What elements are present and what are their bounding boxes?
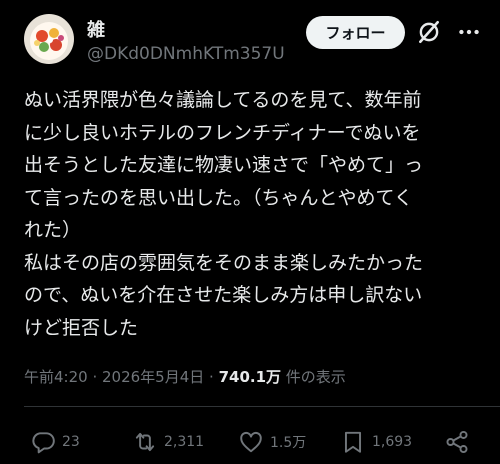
post-date[interactable]: 2026年5月4日 — [102, 368, 204, 386]
meta-separator: · — [87, 368, 102, 386]
display-name[interactable]: 雑 — [87, 16, 105, 42]
bookmark-icon — [344, 431, 362, 453]
follow-button[interactable]: フォロー — [306, 16, 405, 49]
action-bar: 23 2,311 1.5万 1,693 — [0, 424, 500, 460]
bookmark-button[interactable]: 1,693 — [340, 428, 412, 456]
meta-separator: · — [204, 368, 219, 386]
post-meta: 午前4:20 · 2026年5月4日 · 740.1万 件の表示 — [24, 366, 346, 387]
grok-icon[interactable] — [416, 19, 442, 45]
share-icon[interactable] — [444, 429, 470, 455]
views-label: 件の表示 — [281, 368, 346, 386]
views-count: 740.1万 — [218, 368, 282, 386]
more-options-icon[interactable] — [456, 19, 482, 45]
repost-count: 2,311 — [164, 434, 205, 450]
user-handle[interactable]: @DKd0DNmhKTm357U — [87, 44, 285, 64]
post-time[interactable]: 午前4:20 — [24, 368, 88, 386]
post-text: ぬい活界隈が色々議論してるのを見て、数年前 に少し良いホテルのフレンチディナーで… — [24, 89, 424, 339]
bookmark-count: 1,693 — [372, 434, 413, 450]
reply-count: 23 — [62, 434, 80, 450]
repost-icon — [135, 432, 155, 452]
avatar-image — [24, 14, 74, 64]
reply-button[interactable]: 23 — [30, 428, 80, 456]
like-button[interactable]: 1.5万 — [238, 428, 306, 456]
divider — [24, 406, 500, 407]
reply-icon — [32, 432, 55, 454]
like-count: 1.5万 — [270, 435, 307, 451]
repost-button[interactable]: 2,311 — [132, 428, 204, 456]
heart-icon — [240, 431, 262, 453]
avatar[interactable] — [24, 14, 74, 64]
